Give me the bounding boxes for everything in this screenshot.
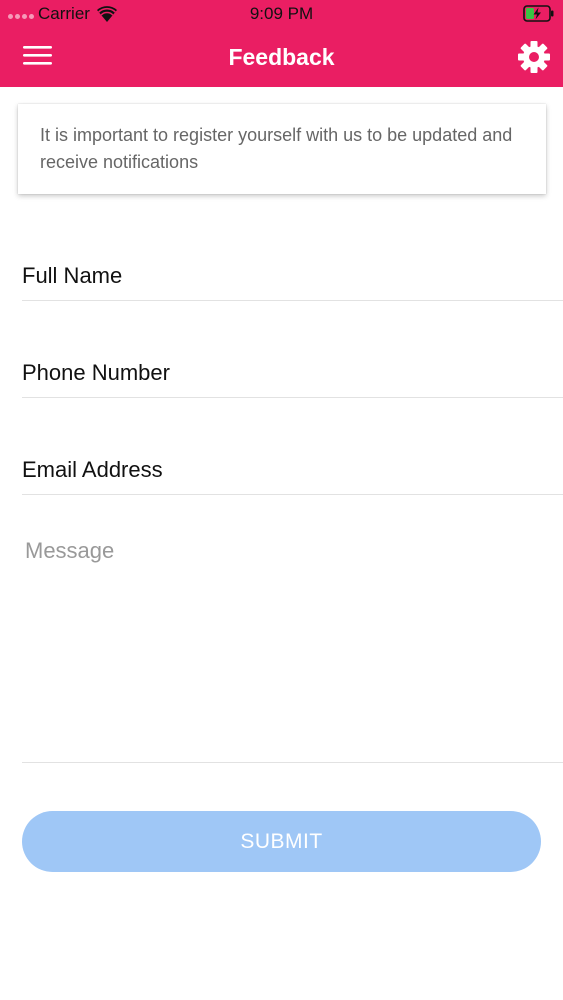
registration-notice-text: It is important to register yourself wit…: [40, 125, 513, 172]
submit-button[interactable]: SUBMIT: [22, 811, 541, 872]
battery-charging-icon: [523, 5, 554, 22]
status-time: 9:09 PM: [249, 4, 314, 23]
message-field: [22, 530, 563, 763]
gear-icon: [518, 41, 550, 73]
message-input[interactable]: [22, 530, 563, 762]
status-bar: Carrier 9:09 PM: [0, 0, 563, 28]
settings-button[interactable]: [517, 40, 551, 74]
app-header: Carrier 9:09 PM Feedback: [0, 0, 563, 87]
email-address-field: [22, 450, 563, 495]
page-title: Feedback: [228, 44, 335, 70]
registration-notice: It is important to register yourself wit…: [18, 104, 546, 194]
email-address-input[interactable]: [22, 450, 563, 490]
full-name-input[interactable]: [22, 256, 563, 296]
full-name-field: [22, 256, 563, 301]
phone-number-input[interactable]: [22, 353, 563, 393]
phone-number-field: [22, 353, 563, 398]
